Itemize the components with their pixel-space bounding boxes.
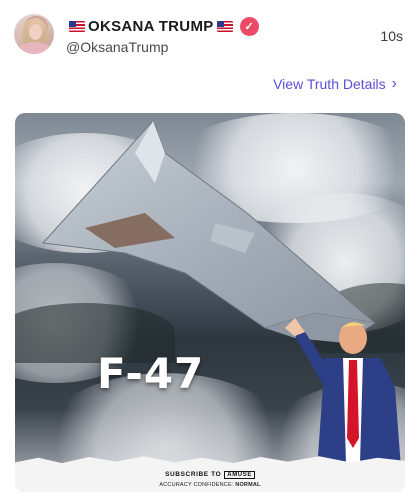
amuse-logo: AMUSE <box>224 470 255 479</box>
display-name[interactable]: OKSANA TRUMP <box>88 18 214 35</box>
display-name-row[interactable]: OKSANA TRUMP ✓ <box>66 16 259 36</box>
accuracy-confidence: ACCURACY CONFIDENCE: NORMAL <box>159 482 261 488</box>
user-handle[interactable]: @OksanaTrump <box>66 39 259 55</box>
watermark-caption: SUBSCRIBE TO AMUSE ACCURACY CONFIDENCE: … <box>15 463 405 488</box>
truth-post: OKSANA TRUMP ✓ @OksanaTrump 10s View Tru… <box>0 0 419 500</box>
post-header: OKSANA TRUMP ✓ @OksanaTrump 10s <box>14 14 409 58</box>
chevron-right-icon: › <box>391 75 397 92</box>
us-flag-icon <box>69 20 85 32</box>
post-timestamp[interactable]: 10s <box>380 28 403 44</box>
view-truth-details-link[interactable]: View Truth Details › <box>273 75 397 93</box>
subscribe-text: SUBSCRIBE TO AMUSE <box>165 470 255 479</box>
verified-badge-icon: ✓ <box>239 16 259 36</box>
post-media-image[interactable]: F-47 SUBSCRIBE TO AMUSE ACCURACY CONFIDE… <box>15 113 405 492</box>
author-names: OKSANA TRUMP ✓ @OksanaTrump <box>66 16 259 55</box>
f47-overlay-text: F-47 <box>97 349 205 398</box>
us-flag-icon <box>216 20 233 32</box>
details-link-label: View Truth Details <box>273 76 386 92</box>
avatar[interactable] <box>14 14 54 54</box>
